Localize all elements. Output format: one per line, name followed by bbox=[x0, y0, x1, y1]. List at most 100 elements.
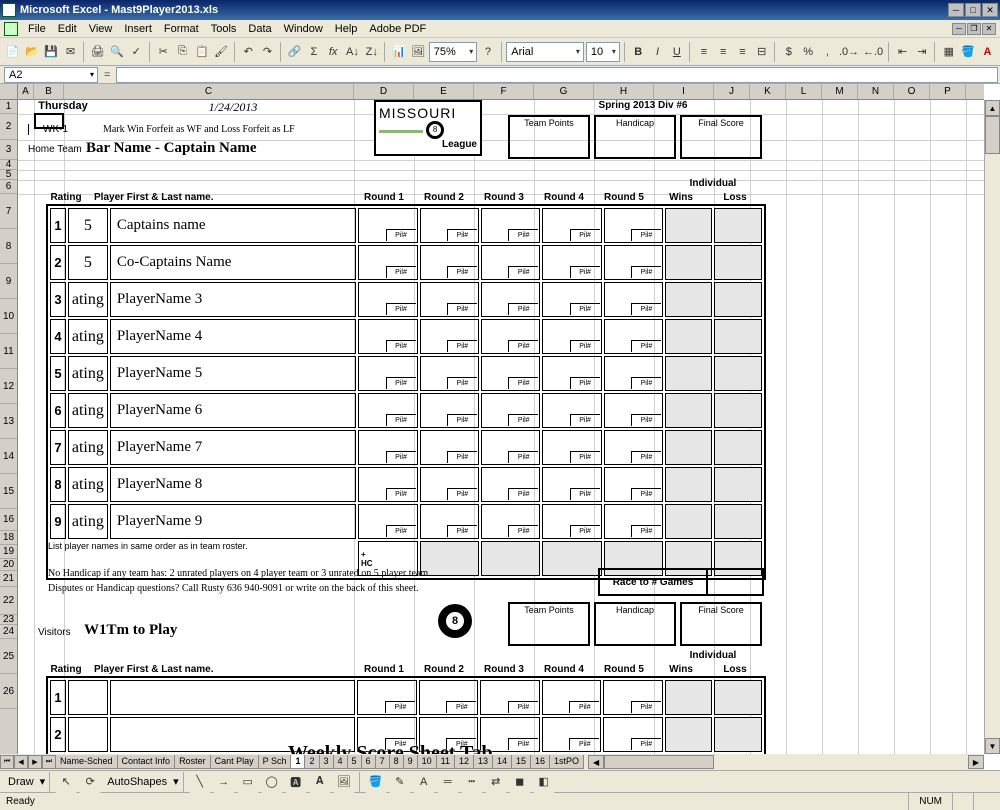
doc-minimize[interactable]: ─ bbox=[952, 23, 966, 35]
borders-button[interactable]: ▦ bbox=[940, 41, 957, 63]
menu-format[interactable]: Format bbox=[158, 23, 205, 35]
round-1-cell[interactable]: Pil# bbox=[358, 245, 418, 280]
loss-cell[interactable] bbox=[714, 430, 762, 465]
loss-cell[interactable] bbox=[714, 680, 762, 715]
player-name-cell[interactable]: PlayerName 8 bbox=[110, 467, 356, 502]
print-preview-button[interactable]: 🔍 bbox=[108, 41, 125, 63]
sort-asc-button[interactable]: A↓ bbox=[344, 41, 361, 63]
sheet-tab[interactable]: 6 bbox=[361, 755, 376, 769]
scroll-thumb[interactable] bbox=[985, 116, 1000, 154]
round-1-cell[interactable]: Pil# bbox=[358, 467, 418, 502]
line-color-button[interactable]: ✎ bbox=[389, 771, 411, 793]
hscroll-thumb[interactable] bbox=[604, 755, 714, 769]
handicap-box[interactable]: Handicap bbox=[594, 115, 676, 159]
sheet-tab[interactable]: 2 bbox=[304, 755, 319, 769]
underline-button[interactable]: U bbox=[668, 41, 685, 63]
player-name-cell[interactable]: Co-Captains Name bbox=[110, 245, 356, 280]
sheet-tab[interactable]: 5 bbox=[347, 755, 362, 769]
row-5[interactable]: 5 bbox=[0, 170, 17, 180]
merge-button[interactable]: ⊟ bbox=[753, 41, 770, 63]
rating-cell[interactable]: ating bbox=[68, 356, 108, 391]
round-1-cell[interactable]: Pil# bbox=[358, 208, 418, 243]
wins-cell[interactable] bbox=[665, 504, 712, 539]
sheet-tab[interactable]: Name-Sched bbox=[55, 755, 118, 769]
rating-cell[interactable]: 5 bbox=[68, 208, 108, 243]
col-A[interactable]: A bbox=[18, 84, 34, 99]
sheet-tab[interactable]: 3 bbox=[319, 755, 334, 769]
player-name-cell[interactable]: PlayerName 5 bbox=[110, 356, 356, 391]
formula-input[interactable] bbox=[116, 67, 998, 83]
round-2-cell[interactable]: Pil# bbox=[420, 245, 479, 280]
format-painter-button[interactable]: 🖌 bbox=[213, 41, 230, 63]
row-16[interactable]: 16 bbox=[0, 509, 17, 531]
name-box[interactable]: A2 bbox=[4, 67, 98, 83]
loss-cell[interactable] bbox=[714, 504, 762, 539]
loss-cell[interactable] bbox=[714, 356, 762, 391]
visitor-final-score-box[interactable]: Final Score bbox=[680, 602, 762, 646]
round-5-cell[interactable]: Pil# bbox=[604, 208, 663, 243]
sheet-tab[interactable]: 4 bbox=[333, 755, 348, 769]
col-G[interactable]: G bbox=[534, 84, 594, 99]
sheet-tab[interactable]: 12 bbox=[454, 755, 474, 769]
loss-cell[interactable] bbox=[714, 393, 762, 428]
wordart-button[interactable]: 𝐀 bbox=[309, 771, 331, 793]
drawing-button[interactable]: 🖼 bbox=[409, 41, 426, 63]
col-K[interactable]: K bbox=[750, 84, 786, 99]
sheet-tab[interactable]: 15 bbox=[511, 755, 531, 769]
row-21[interactable]: 21 bbox=[0, 571, 17, 587]
clipart-button[interactable]: 🖼 bbox=[333, 771, 355, 793]
wins-cell[interactable] bbox=[665, 245, 712, 280]
rating-cell[interactable]: ating bbox=[68, 282, 108, 317]
sheet-tab[interactable]: 13 bbox=[473, 755, 493, 769]
sheet-tab[interactable]: 14 bbox=[492, 755, 512, 769]
round-5-cell[interactable]: Pil# bbox=[604, 393, 663, 428]
sheet-tab[interactable]: Cant Play bbox=[210, 755, 259, 769]
round-4-cell[interactable]: Pil# bbox=[542, 208, 601, 243]
rating-cell[interactable]: ating bbox=[68, 504, 108, 539]
dec-decimal-button[interactable]: ←.0 bbox=[862, 41, 884, 63]
player-name-cell[interactable] bbox=[110, 680, 356, 715]
round-3-cell[interactable]: Pil# bbox=[481, 393, 540, 428]
round-1-cell[interactable]: Pil# bbox=[358, 356, 418, 391]
menu-edit[interactable]: Edit bbox=[52, 23, 83, 35]
round-4-cell[interactable]: Pil# bbox=[542, 282, 601, 317]
redo-button[interactable]: ↷ bbox=[259, 41, 276, 63]
align-right-button[interactable]: ≡ bbox=[734, 41, 751, 63]
loss-cell[interactable] bbox=[714, 319, 762, 354]
rectangle-button[interactable]: ▭ bbox=[237, 771, 259, 793]
rating-cell[interactable]: ating bbox=[68, 430, 108, 465]
col-M[interactable]: M bbox=[822, 84, 858, 99]
row-19[interactable]: 19 bbox=[0, 545, 17, 559]
sheet-tab[interactable]: 1 bbox=[290, 755, 305, 769]
menu-insert[interactable]: Insert bbox=[118, 23, 158, 35]
arrow-style-button[interactable]: ⇄ bbox=[485, 771, 507, 793]
team-points-box[interactable]: Team Points bbox=[508, 115, 590, 159]
wins-cell[interactable] bbox=[665, 356, 712, 391]
rating-cell[interactable]: ating bbox=[68, 467, 108, 502]
rating-cell[interactable] bbox=[68, 680, 108, 715]
sheet-tab[interactable]: 9 bbox=[403, 755, 418, 769]
email-button[interactable]: ✉ bbox=[62, 41, 79, 63]
3d-button[interactable]: ◧ bbox=[533, 771, 555, 793]
italic-button[interactable]: I bbox=[649, 41, 666, 63]
row-14[interactable]: 14 bbox=[0, 439, 17, 474]
select-all-cell[interactable] bbox=[0, 84, 18, 100]
tab-last-button[interactable]: ⏭ bbox=[42, 755, 56, 769]
sheet-tab[interactable]: 11 bbox=[436, 755, 455, 769]
round-4-cell[interactable]: Pil# bbox=[542, 430, 601, 465]
row-26[interactable]: 26 bbox=[0, 674, 17, 709]
round-3-cell[interactable]: Pil# bbox=[481, 356, 540, 391]
row-10[interactable]: 10 bbox=[0, 299, 17, 334]
horizontal-scrollbar[interactable]: ◀ ▶ bbox=[588, 755, 984, 769]
round-3-cell[interactable]: Pil# bbox=[481, 282, 540, 317]
font-size-dropdown[interactable]: 10 bbox=[586, 42, 620, 62]
round-5-cell[interactable]: Pil# bbox=[604, 356, 663, 391]
loss-cell[interactable] bbox=[714, 717, 762, 752]
col-J[interactable]: J bbox=[714, 84, 750, 99]
row-9[interactable]: 9 bbox=[0, 264, 17, 299]
menu-help[interactable]: Help bbox=[329, 23, 364, 35]
round-2-cell[interactable]: Pil# bbox=[420, 430, 479, 465]
player-name-cell[interactable]: PlayerName 6 bbox=[110, 393, 356, 428]
comma-button[interactable]: , bbox=[819, 41, 836, 63]
row-22[interactable]: 22 bbox=[0, 587, 17, 615]
